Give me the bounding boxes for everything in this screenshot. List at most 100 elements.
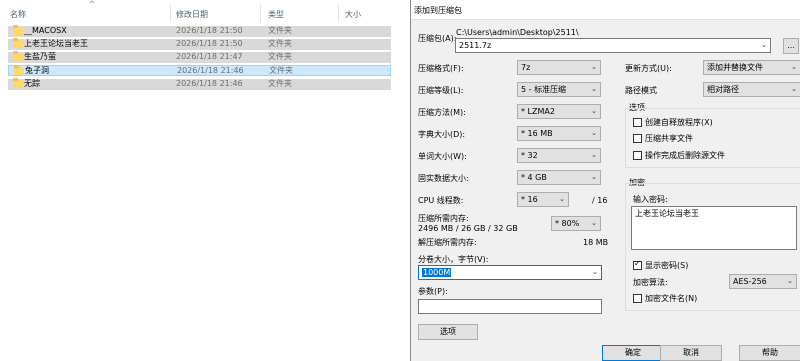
file-type: 文件夹 bbox=[268, 26, 292, 35]
enc-method-select[interactable]: AES-256 ⌄ bbox=[729, 274, 797, 289]
delete-after-checkbox[interactable] bbox=[633, 151, 642, 160]
chevron-down-icon: ⌄ bbox=[591, 151, 597, 159]
column-header-name[interactable]: 名称 bbox=[10, 9, 26, 20]
solid-select[interactable]: * 4 GB ⌄ bbox=[517, 170, 601, 185]
method-select[interactable]: * LZMA2 ⌄ bbox=[517, 104, 601, 119]
archive-label: 压缩包(A): bbox=[418, 34, 457, 43]
file-explorer: ^ 名称 修改日期 类型 大小 __MACOSX 2026/1/18 21:50… bbox=[0, 0, 410, 361]
add-to-archive-dialog: 添加到压缩包 压缩包(A): C:\Users\admin\Desktop\25… bbox=[410, 0, 800, 361]
split-size-input[interactable]: 1000M ⌄ bbox=[418, 265, 602, 280]
sfx-checkbox[interactable] bbox=[633, 118, 642, 127]
chevron-down-icon: ⌄ bbox=[559, 195, 565, 203]
column-divider[interactable] bbox=[338, 4, 339, 22]
shared-label: 压缩共享文件 bbox=[645, 134, 693, 143]
method-value: * LZMA2 bbox=[521, 107, 555, 116]
sort-caret-icon: ^ bbox=[88, 0, 96, 10]
folder-icon bbox=[13, 25, 23, 35]
update-select[interactable]: 添加并替换文件 ⌄ bbox=[703, 60, 800, 75]
column-divider[interactable] bbox=[260, 4, 261, 22]
mem-percent-value: * 80% bbox=[555, 219, 580, 228]
word-select[interactable]: * 32 ⌄ bbox=[517, 148, 601, 163]
enc-method-value: AES-256 bbox=[733, 277, 767, 286]
file-row[interactable]: 上老王论坛当老王 2026/1/18 21:50 文件夹 bbox=[8, 38, 391, 50]
chevron-down-icon: ⌄ bbox=[591, 107, 597, 115]
level-select[interactable]: 5 - 标准压缩 ⌄ bbox=[517, 82, 601, 97]
folder-icon bbox=[14, 65, 24, 75]
params-input[interactable] bbox=[418, 299, 602, 314]
threads-select[interactable]: * 16 ⌄ bbox=[517, 192, 569, 207]
file-row[interactable]: 无踪 2026/1/18 21:46 文件夹 bbox=[8, 78, 391, 90]
column-divider[interactable] bbox=[170, 4, 171, 22]
help-button[interactable]: 帮助 bbox=[739, 345, 800, 361]
archive-name-input[interactable]: 2511.7z ⌄ bbox=[455, 38, 771, 53]
archive-name-value: 2511.7z bbox=[459, 41, 492, 50]
show-password-checkbox[interactable] bbox=[633, 259, 642, 270]
word-value: * 32 bbox=[521, 151, 538, 160]
file-date: 2026/1/18 21:47 bbox=[176, 52, 243, 61]
file-type: 文件夹 bbox=[268, 79, 292, 88]
column-header-date[interactable]: 修改日期 bbox=[176, 9, 208, 20]
file-name: 生盐乃萤 bbox=[24, 52, 56, 61]
chevron-down-icon[interactable]: ⌄ bbox=[592, 266, 598, 279]
file-row-selected[interactable]: 兔子洞 2026/1/18 21:46 文件夹 bbox=[8, 65, 391, 76]
solid-value: * 4 GB bbox=[521, 173, 547, 182]
split-label: 分卷大小，字节(V): bbox=[418, 255, 489, 264]
format-label: 压缩格式(F): bbox=[418, 64, 464, 73]
delete-after-label: 操作完成后删除源文件 bbox=[645, 151, 725, 160]
browse-button[interactable]: ... bbox=[783, 38, 799, 54]
cancel-button[interactable]: 取消 bbox=[660, 345, 722, 361]
shared-checkbox[interactable] bbox=[633, 134, 642, 143]
pathmode-value: 相对路径 bbox=[707, 85, 739, 94]
chevron-down-icon[interactable]: ⌄ bbox=[761, 39, 767, 52]
chevron-down-icon: ⌄ bbox=[787, 277, 793, 285]
dict-select[interactable]: * 16 MB ⌄ bbox=[517, 126, 601, 141]
file-date: 2026/1/18 21:50 bbox=[176, 26, 243, 35]
mem-percent-select[interactable]: * 80% ⌄ bbox=[551, 216, 601, 231]
ok-button[interactable]: 确定 bbox=[602, 345, 664, 361]
file-type: 文件夹 bbox=[268, 52, 292, 61]
folder-icon bbox=[13, 78, 23, 88]
archive-path: C:\Users\admin\Desktop\2511\ bbox=[456, 28, 579, 37]
file-date: 2026/1/18 21:50 bbox=[176, 39, 243, 48]
password-input[interactable]: 上老王论坛当老王 bbox=[631, 206, 797, 250]
file-row[interactable]: 生盐乃萤 2026/1/18 21:47 文件夹 bbox=[8, 51, 391, 63]
show-password-label: 显示密码(S) bbox=[645, 261, 689, 270]
mem-decomp-label: 解压缩所需内存: bbox=[418, 238, 477, 247]
folder-icon bbox=[13, 38, 23, 48]
file-name: 兔子洞 bbox=[25, 66, 49, 75]
split-size-value: 1000M bbox=[422, 268, 452, 277]
file-row[interactable]: __MACOSX 2026/1/18 21:50 文件夹 bbox=[8, 25, 391, 37]
mem-comp-label: 压缩所需内存: bbox=[418, 214, 469, 223]
format-value: 7z bbox=[521, 63, 531, 72]
password-value: 上老王论坛当老王 bbox=[635, 209, 699, 218]
threads-value: * 16 bbox=[521, 195, 538, 204]
dialog-title: 添加到压缩包 bbox=[414, 6, 462, 15]
chevron-down-icon: ⌄ bbox=[591, 173, 597, 181]
pathmode-select[interactable]: 相对路径 ⌄ bbox=[703, 82, 800, 97]
file-type: 文件夹 bbox=[268, 39, 292, 48]
sfx-label: 创建自释放程序(X) bbox=[645, 118, 713, 127]
update-value: 添加并替换文件 bbox=[707, 63, 763, 72]
chevron-down-icon: ⌄ bbox=[591, 85, 597, 93]
level-label: 压缩等级(L): bbox=[418, 86, 464, 95]
file-type: 文件夹 bbox=[269, 66, 293, 75]
column-header-type[interactable]: 类型 bbox=[268, 9, 284, 20]
format-select[interactable]: 7z ⌄ bbox=[517, 60, 601, 75]
file-date: 2026/1/18 21:46 bbox=[176, 79, 243, 88]
pathmode-label: 路径模式 bbox=[625, 86, 657, 95]
dialog-titlebar[interactable]: 添加到压缩包 bbox=[411, 0, 800, 20]
enc-method-label: 加密算法: bbox=[633, 278, 668, 287]
chevron-down-icon: ⌄ bbox=[591, 219, 597, 227]
options-button[interactable]: 选项 bbox=[418, 324, 478, 340]
update-label: 更新方式(U): bbox=[625, 64, 672, 73]
dict-value: * 16 MB bbox=[521, 129, 553, 138]
params-label: 参数(P): bbox=[418, 287, 448, 296]
password-label: 输入密码: bbox=[633, 195, 668, 204]
column-header-size[interactable]: 大小 bbox=[345, 9, 361, 20]
encrypt-names-checkbox[interactable] bbox=[633, 294, 642, 303]
method-label: 压缩方法(M): bbox=[418, 108, 466, 117]
chevron-down-icon: ⌄ bbox=[791, 63, 797, 71]
file-name: 无踪 bbox=[24, 79, 40, 88]
level-value: 5 - 标准压缩 bbox=[521, 85, 567, 94]
word-label: 单词大小(W): bbox=[418, 152, 467, 161]
